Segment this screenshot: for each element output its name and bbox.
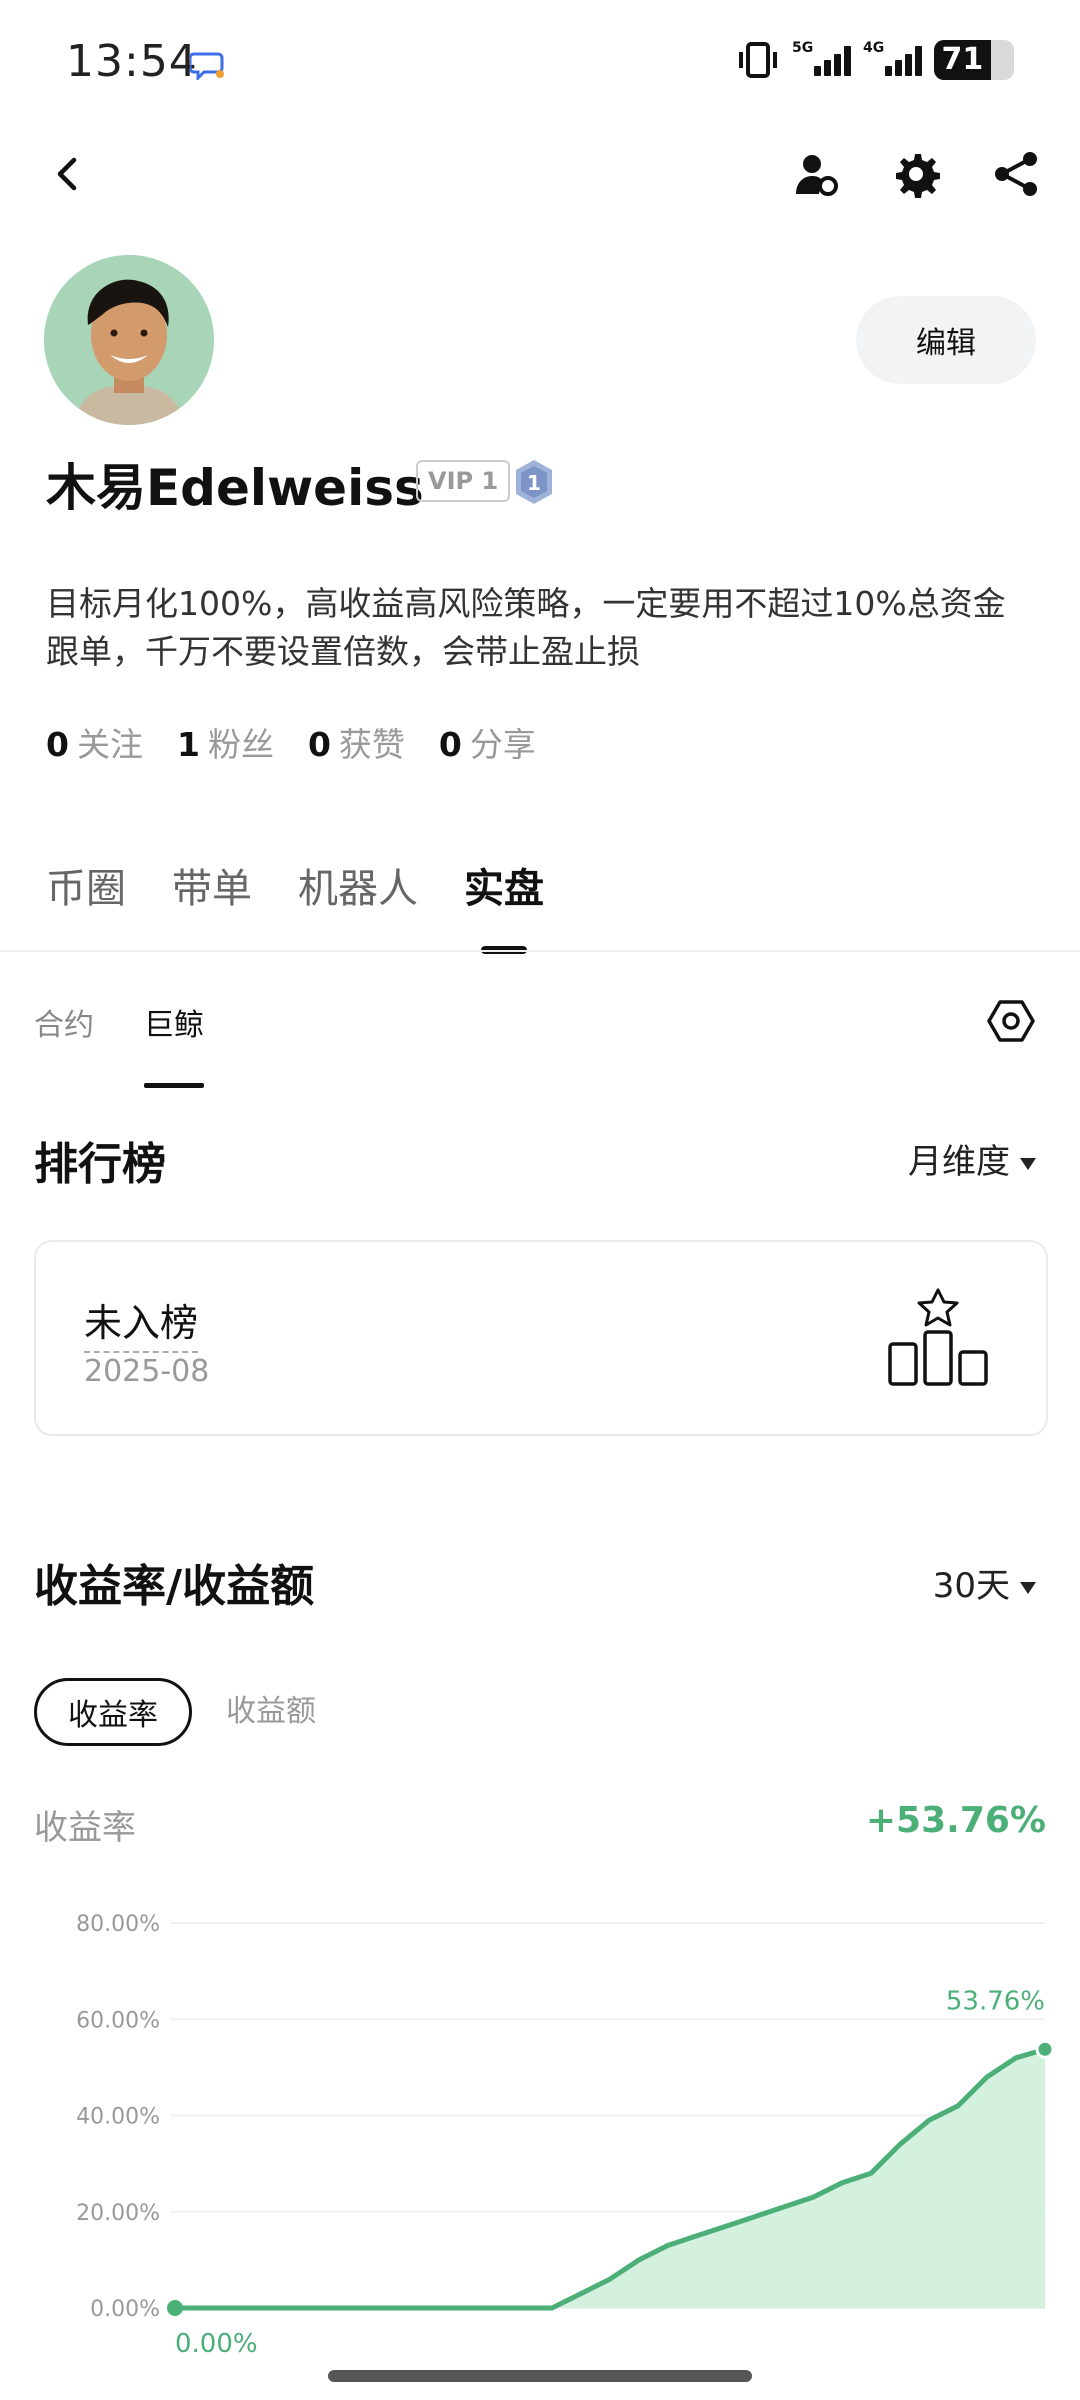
signal-4g-icon: 4G: [863, 40, 922, 76]
main-tabs: 币圈 带单 机器人 实盘: [46, 856, 544, 914]
subtab-contract[interactable]: 合约: [34, 1000, 94, 1044]
metric-value: +53.76%: [865, 1800, 1046, 1841]
share-icon: [995, 152, 1037, 196]
ranking-period-label: 月维度: [908, 1142, 1010, 1182]
tab-copy-trading[interactable]: 带单: [172, 856, 252, 914]
chart-y-axis: 80.00% 60.00% 40.00% 20.00% 0.00%: [76, 1912, 160, 2322]
chart-y-tick-label: 60.00%: [76, 2008, 160, 2033]
edit-profile-button[interactable]: 编辑: [856, 296, 1036, 384]
gear-icon: [896, 154, 940, 198]
profit-period-label: 30天: [932, 1566, 1010, 1606]
back-button[interactable]: [36, 142, 100, 206]
subtab-whale[interactable]: 巨鲸: [144, 1000, 204, 1088]
ranking-card[interactable]: 未入榜 2025-08: [34, 1240, 1048, 1436]
stat-value: 0: [307, 725, 331, 764]
status-time: 13:54: [66, 36, 198, 87]
stat-followers[interactable]: 1 粉丝: [177, 718, 274, 766]
stat-label: 获赞: [338, 725, 405, 764]
filter-settings-button[interactable]: [986, 996, 1036, 1046]
return-rate-chart[interactable]: 80.00% 60.00% 40.00% 20.00% 0.00% 53.76% 0.0…: [0, 1880, 1080, 2360]
caret-down-icon: [1020, 1581, 1036, 1594]
tab-bots[interactable]: 机器人: [298, 856, 418, 914]
profile-stats: 0 关注 1 粉丝 0 获赞 0 分享: [46, 718, 536, 766]
share-button[interactable]: [984, 142, 1048, 206]
ranking-date: 2025-08: [84, 1354, 210, 1389]
tabs-divider: [0, 950, 1080, 952]
profile-bio: 目标月化100%，高收益高风险策略，一定要用不超过10%总资金跟单，千万不要设置…: [46, 584, 1006, 671]
toggle-return-amount[interactable]: 收益额: [226, 1678, 316, 1746]
stat-label: 分享: [469, 725, 536, 764]
status-indicators: 5G 4G 71: [736, 40, 1014, 80]
level-hexagon-icon: 1: [516, 460, 552, 504]
battery-level: 71: [941, 42, 984, 77]
profit-title: 收益率/收益额: [34, 1561, 315, 1612]
stat-label: 粉丝: [207, 725, 274, 764]
user-settings-icon: [796, 155, 838, 196]
caret-down-icon: [1020, 1157, 1036, 1170]
chart-start-point: [167, 2300, 183, 2316]
tab-live-trading[interactable]: 实盘: [464, 856, 544, 914]
chart-y-tick-label: 0.00%: [90, 2297, 160, 2322]
hexagon-settings-icon: [987, 1000, 1035, 1042]
chart-y-tick-label: 40.00%: [76, 2105, 160, 2130]
avatar-portrait-icon: [44, 255, 214, 425]
stat-likes[interactable]: 0 获赞: [308, 718, 405, 766]
chart-y-tick-label: 80.00%: [76, 1912, 160, 1937]
network-label-5g: 5G: [792, 40, 814, 56]
vip-badge[interactable]: VIP 1: [416, 460, 511, 502]
level-badge[interactable]: 1: [512, 458, 556, 506]
settings-button[interactable]: [884, 142, 948, 206]
chevron-left-icon: [57, 157, 77, 191]
sub-tabs: 合约 巨鲸: [34, 1000, 204, 1088]
avatar[interactable]: [44, 255, 214, 425]
message-bubble-icon: [190, 52, 224, 80]
stat-value: 1: [176, 725, 200, 764]
podium-icon: [888, 1288, 988, 1386]
chart-end-point: [1035, 2039, 1055, 2059]
stat-label: 关注: [76, 725, 143, 764]
signal-5g-icon: 5G: [792, 40, 851, 76]
level-number: 1: [527, 471, 541, 495]
chart-end-label: 53.76%: [946, 1986, 1045, 2016]
metric-label: 收益率: [34, 1808, 136, 1848]
user-settings-button[interactable]: [784, 142, 848, 206]
battery-icon: 71: [934, 40, 1014, 80]
profit-period-select[interactable]: 30天: [933, 1558, 1036, 1607]
ranking-period-select[interactable]: 月维度: [908, 1134, 1036, 1183]
vibrate-icon: [739, 42, 777, 78]
stat-value: 0: [438, 725, 462, 764]
chart-area: [175, 2049, 1045, 2308]
ranking-title: 排行榜: [34, 1139, 166, 1190]
network-label-4g: 4G: [863, 40, 885, 56]
toggle-return-rate[interactable]: 收益率: [34, 1678, 192, 1746]
profile-name: 木易Edelweiss: [46, 459, 424, 517]
chart-y-tick-label: 20.00%: [76, 2201, 160, 2226]
stat-value: 0: [46, 725, 69, 764]
stat-following[interactable]: 0 关注: [46, 718, 143, 766]
tab-crypto-circle[interactable]: 币圈: [46, 856, 126, 914]
home-indicator: [328, 2370, 752, 2382]
stat-shares[interactable]: 0 分享: [439, 718, 536, 766]
chart-start-label: 0.00%: [175, 2329, 258, 2359]
ranking-status: 未入榜: [84, 1292, 199, 1353]
